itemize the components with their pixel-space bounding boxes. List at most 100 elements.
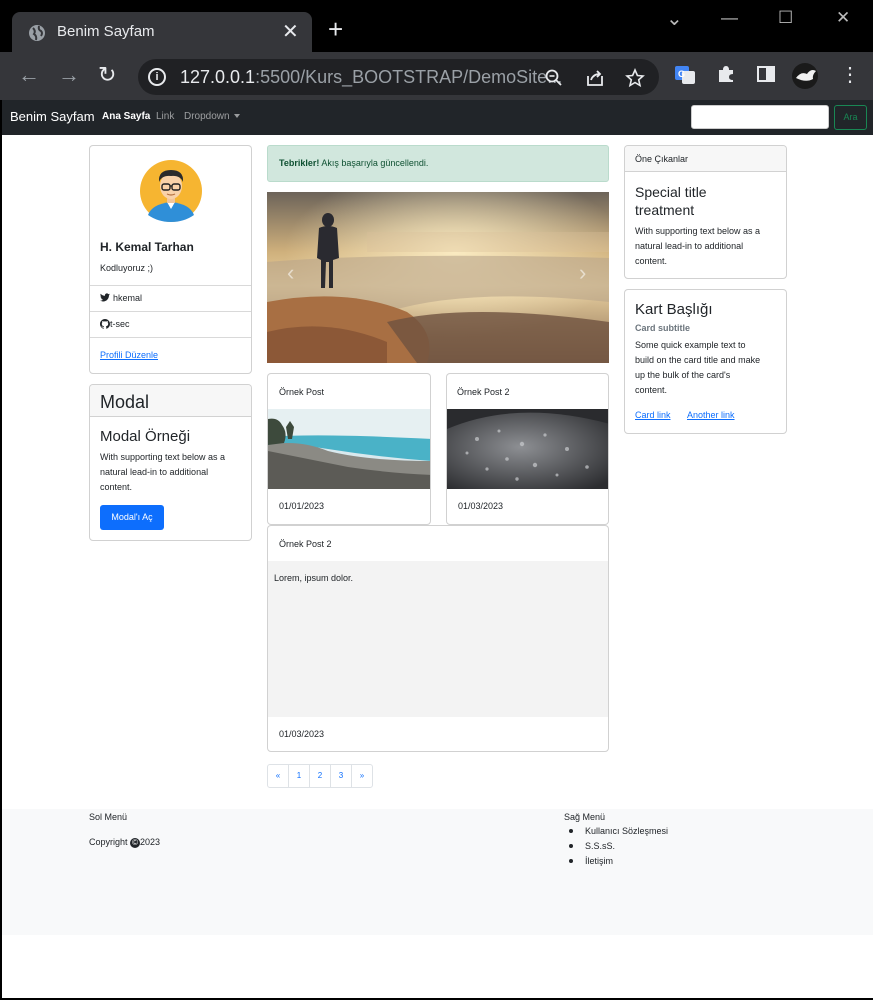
bookmark-star-icon[interactable] [625, 68, 645, 88]
post-date: 01/03/2023 [458, 501, 504, 511]
tab-search-icon[interactable]: ⌄ [666, 6, 683, 31]
site-footer: Sol Menü Copyright © 2023 Sağ Menü Kullan… [2, 809, 873, 935]
post-card: Örnek Post 2 01/03/2023 [446, 373, 609, 525]
browser-toolbar: ← → ↻ i 127.0.0.1:5500/Kurs_BOOTSTRAP/De… [0, 52, 873, 100]
zoom-out-icon[interactable] [545, 69, 563, 87]
featured-card: Öne Çıkanlar Special title treatment Wit… [624, 145, 787, 279]
tab-title: Benim Sayfam [57, 23, 155, 40]
browser-tab[interactable]: Benim Sayfam ✕ [12, 12, 312, 53]
featured-card-text-line: content. [635, 256, 668, 266]
modal-card: Modal Modal Örneği With supporting text … [89, 384, 252, 541]
twitter-handle[interactable]: hkemal [113, 293, 142, 303]
post-image [447, 409, 608, 489]
browser-tabstrip: Benim Sayfam ✕ + ⌄ — ☐ ✕ [0, 0, 873, 53]
post-date: 01/03/2023 [279, 729, 325, 739]
post-card: Örnek Post 01/01/2023 [267, 373, 431, 525]
site-info-icon[interactable]: i [148, 68, 166, 86]
modal-card-title: Modal Örneği [100, 428, 191, 445]
footer-left-title: Sol Menü [89, 812, 128, 822]
minimize-button[interactable]: — [721, 8, 738, 28]
pagination-page[interactable]: 1 [288, 764, 310, 788]
address-bar[interactable]: i 127.0.0.1:5500/Kurs_BOOTSTRAP/DemoSite… [138, 59, 659, 95]
search-input[interactable] [691, 105, 829, 129]
info-card: Kart Başlığı Card subtitle Some quick ex… [624, 289, 787, 434]
post-title: Örnek Post 2 [279, 539, 332, 549]
github-handle[interactable]: t-sec [110, 319, 130, 329]
nav-link-home[interactable]: Ana Sayfa [102, 111, 150, 122]
profile-avatar-icon[interactable] [791, 62, 819, 90]
new-tab-button[interactable]: + [328, 16, 343, 42]
google-translate-icon[interactable]: G [674, 64, 696, 86]
web-page: Benim Sayfam Ana Sayfa Link Dropdown Ara… [2, 100, 873, 998]
post-body: Lorem, ipsum dolor. [268, 561, 608, 717]
pagination-page[interactable]: 3 [330, 764, 352, 788]
pagination: « 1 2 3 » [267, 764, 373, 788]
featured-card-title: treatment [635, 202, 695, 218]
info-card-text-line: build on the card title and make [635, 355, 761, 365]
browser-menu-icon[interactable]: ⋮ [840, 63, 860, 87]
footer-menu-item[interactable]: S.S.sS. [568, 841, 668, 856]
modal-card-text-line: With supporting text below as a [100, 452, 226, 462]
carousel-prev-icon[interactable]: ‹ [287, 260, 294, 286]
open-modal-button[interactable]: Modal'ı Aç [100, 505, 164, 530]
back-button[interactable]: ← [18, 63, 40, 87]
footer-right-menu: Kullanıcı Sözleşmesi S.S.sS. İletişim [568, 826, 668, 871]
pagination-page[interactable]: 2 [309, 764, 331, 788]
nav-dropdown[interactable]: Dropdown [184, 111, 240, 122]
close-window-button[interactable]: ✕ [836, 8, 850, 28]
profile-tagline: Kodluyoruz ;) [100, 263, 154, 273]
post-card-wide: Örnek Post 2 Lorem, ipsum dolor. 01/03/2… [267, 525, 609, 752]
post-title: Örnek Post 2 [457, 387, 510, 397]
footer-right-title: Sağ Menü [564, 812, 606, 822]
tab-close-icon[interactable]: ✕ [282, 21, 299, 43]
forward-button[interactable]: → [58, 63, 80, 87]
another-link[interactable]: Another link [687, 410, 735, 420]
address-url: 127.0.0.1:5500/Kurs_BOOTSTRAP/DemoSite..… [180, 67, 563, 87]
modal-card-text-line: content. [100, 482, 133, 492]
navbar-brand[interactable]: Benim Sayfam [10, 109, 95, 124]
post-title: Örnek Post [279, 387, 325, 397]
success-alert: Tebrikler! Akış başarıyla güncellendi. [267, 145, 609, 182]
profile-card: H. Kemal Tarhan Kodluyoruz ;) hkemal t-s… [89, 145, 252, 374]
footer-menu-item[interactable]: Kullanıcı Sözleşmesi [568, 826, 668, 841]
alert-message: Tebrikler! Akış başarıyla güncellendi. [279, 158, 429, 168]
avatar [140, 160, 202, 222]
post-date: 01/01/2023 [279, 501, 325, 511]
dropdown-caret-icon [233, 114, 240, 119]
info-card-text-line: up the bulk of the card's [635, 370, 731, 380]
divider [90, 311, 251, 312]
modal-card-text-line: natural lead-in to additional [100, 467, 209, 477]
reload-button[interactable]: ↻ [98, 63, 116, 87]
nav-link-link[interactable]: Link [156, 111, 174, 122]
card-link[interactable]: Card link [635, 410, 671, 420]
modal-card-header: Modal [90, 385, 251, 417]
featured-card-text-line: With supporting text below as a [635, 226, 761, 236]
post-body-text: Lorem, ipsum dolor. [274, 573, 354, 583]
post-image [268, 409, 430, 489]
footer-menu-item[interactable]: İletişim [568, 856, 668, 871]
globe-icon [29, 25, 45, 41]
info-card-text-line: content. [635, 385, 668, 395]
divider [90, 285, 251, 286]
image-carousel: ‹ › [267, 192, 609, 363]
modal-card-header-text: Modal [100, 392, 150, 412]
featured-card-header-text: Öne Çıkanlar [635, 154, 689, 164]
twitter-icon [100, 293, 110, 302]
extensions-puzzle-icon[interactable] [716, 64, 736, 84]
github-icon [100, 319, 110, 329]
info-card-subtitle: Card subtitle [635, 323, 691, 333]
pagination-prev[interactable]: « [267, 764, 289, 788]
profile-name: H. Kemal Tarhan [100, 240, 194, 254]
maximize-button[interactable]: ☐ [778, 8, 793, 28]
pagination-next[interactable]: » [351, 764, 373, 788]
info-card-title: Kart Başlığı [635, 301, 713, 318]
footer-copyright: Copyright © 2023 [89, 837, 161, 848]
side-panel-icon[interactable] [756, 64, 776, 84]
search-button[interactable]: Ara [834, 105, 867, 130]
share-icon[interactable] [585, 68, 605, 88]
featured-card-text-line: natural lead-in to additional [635, 241, 744, 251]
edit-profile-link[interactable]: Profili Düzenle [100, 350, 158, 360]
info-card-text-line: Some quick example text to [635, 340, 746, 350]
featured-card-header: Öne Çıkanlar [625, 146, 786, 172]
carousel-next-icon[interactable]: › [579, 260, 586, 286]
